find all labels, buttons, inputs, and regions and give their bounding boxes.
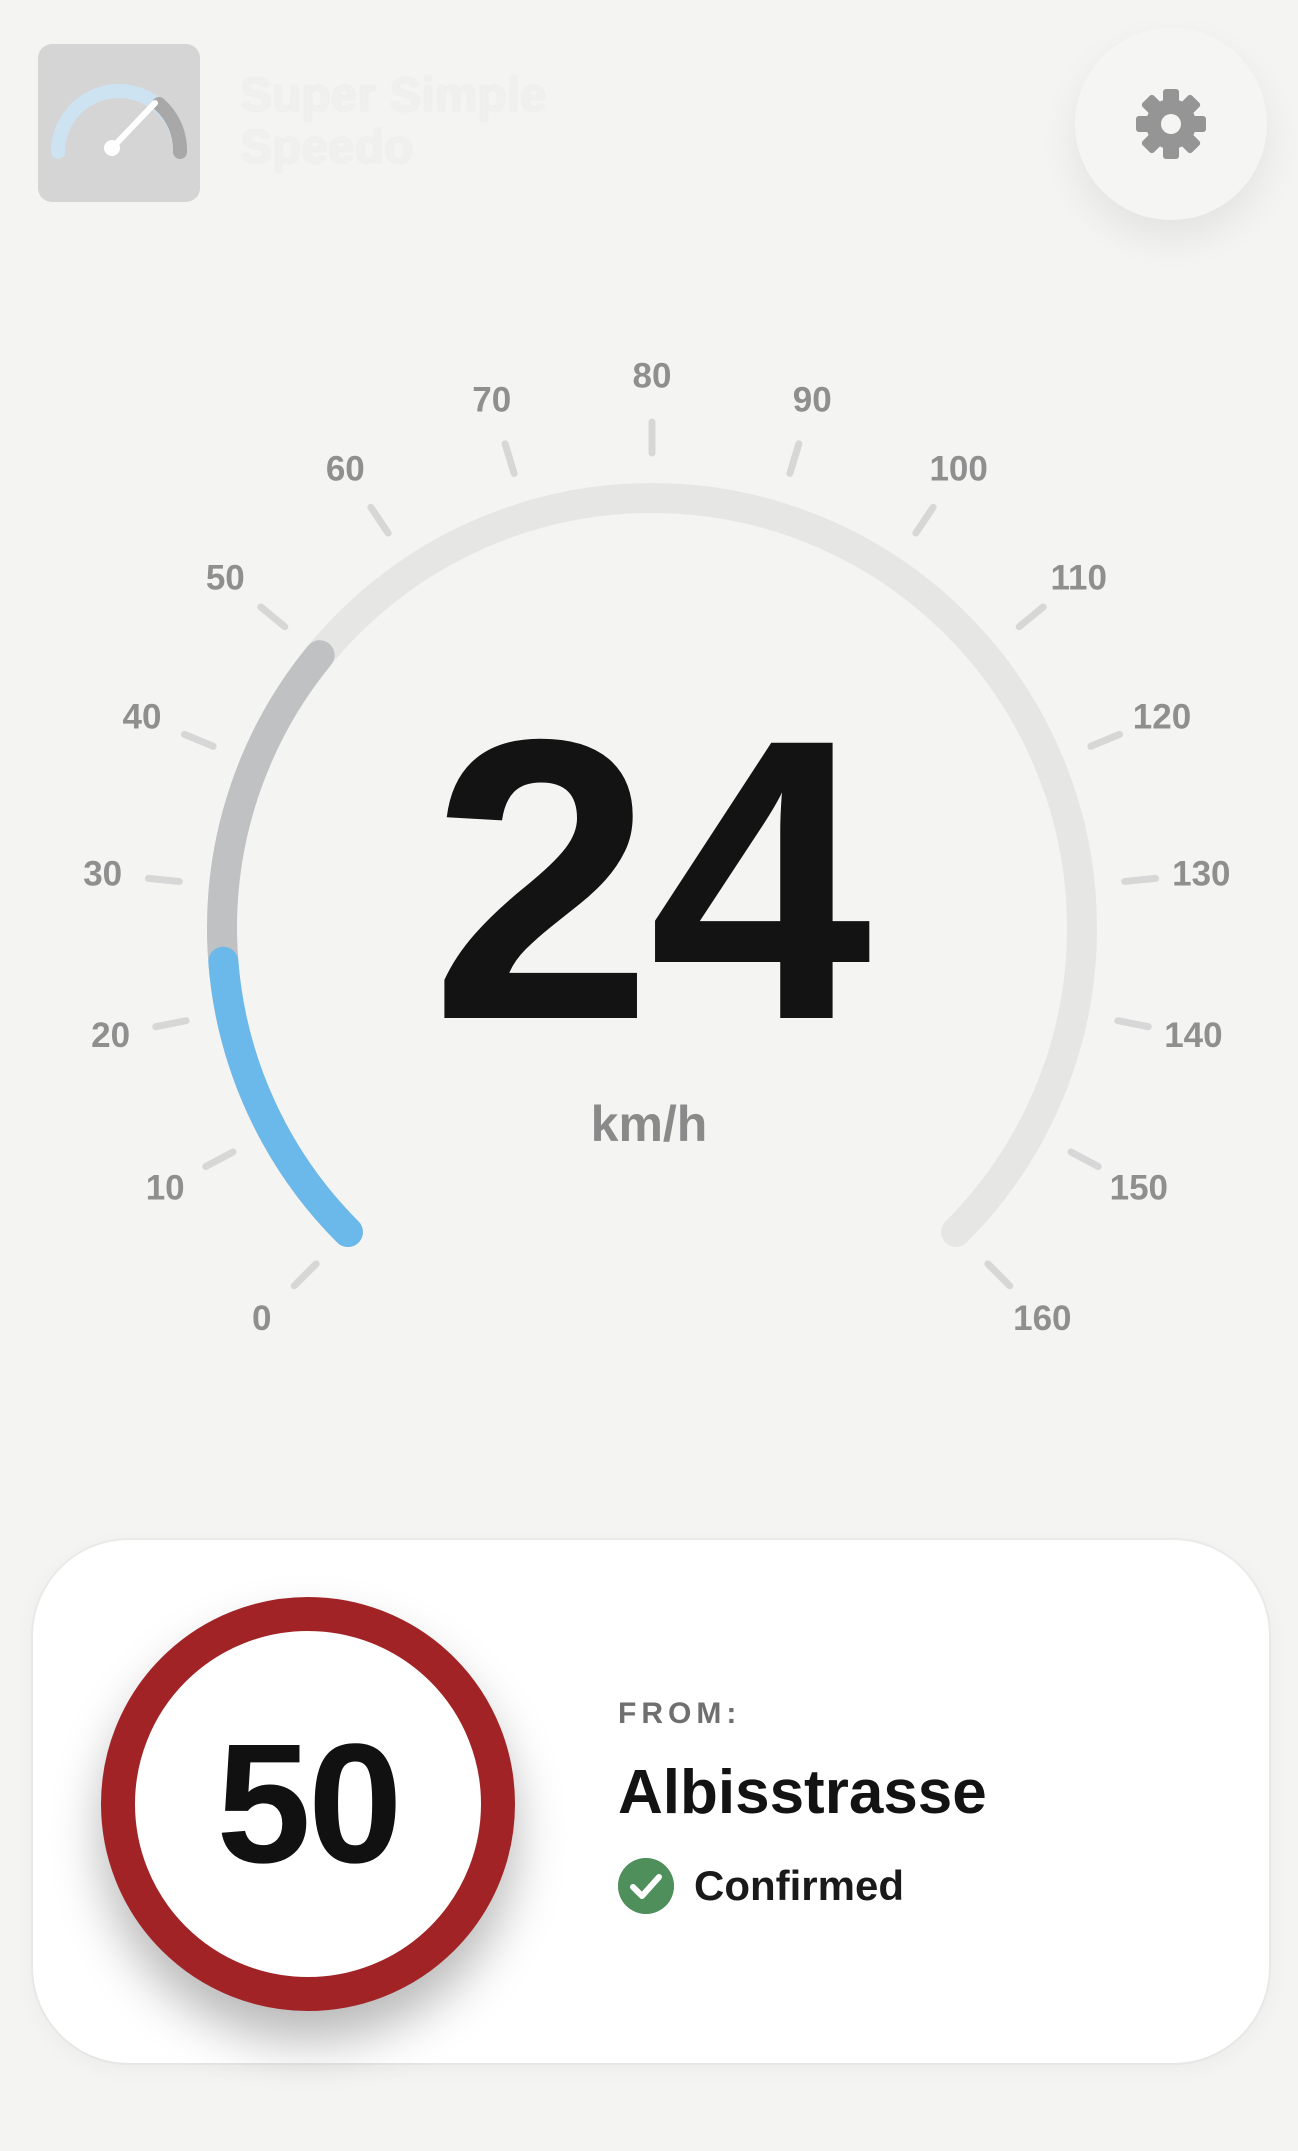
gauge-tick	[290, 1260, 320, 1290]
confirmation-status: Confirmed	[618, 1858, 904, 1914]
gauge-tick-label: 70	[472, 380, 511, 419]
gauge-tick	[1015, 603, 1047, 631]
gauge-tick	[367, 503, 392, 537]
gauge-tick-label: 160	[1013, 1299, 1071, 1338]
gauge-tick	[1067, 1148, 1102, 1171]
gauge-tick	[202, 1148, 237, 1171]
gauge-tick	[912, 503, 937, 537]
speed-limit-value: 50	[216, 1709, 402, 1899]
speed-unit: km/h	[590, 1096, 708, 1152]
gauge-tick-label: 80	[633, 357, 672, 396]
gauge-tick-label: 90	[793, 380, 832, 419]
gauge-tick	[501, 440, 518, 477]
gauge-tick-label: 110	[1050, 558, 1106, 597]
from-label: FROM:	[618, 1697, 742, 1730]
speed-limit-sign: 50	[101, 1597, 515, 2011]
street-name: Albisstrasse	[618, 1758, 987, 1827]
gauge-tick-label: 0	[252, 1299, 271, 1338]
status-text: Confirmed	[694, 1862, 904, 1909]
gauge-tick-label: 10	[146, 1169, 185, 1208]
gauge-tick	[786, 440, 803, 477]
gauge-tick-label: 150	[1110, 1169, 1168, 1208]
check-icon	[618, 1858, 674, 1914]
gauge-tick-label: 50	[206, 558, 245, 597]
gauge-tick	[984, 1260, 1014, 1290]
current-speed: 24	[430, 656, 872, 1103]
speed-limit-card: 50 FROM: Albisstrasse Confirmed	[33, 1540, 1269, 2063]
gauge-tick	[257, 603, 289, 631]
gauge-tick-label: 100	[929, 450, 987, 489]
gauge-tick-label: 60	[326, 450, 365, 489]
